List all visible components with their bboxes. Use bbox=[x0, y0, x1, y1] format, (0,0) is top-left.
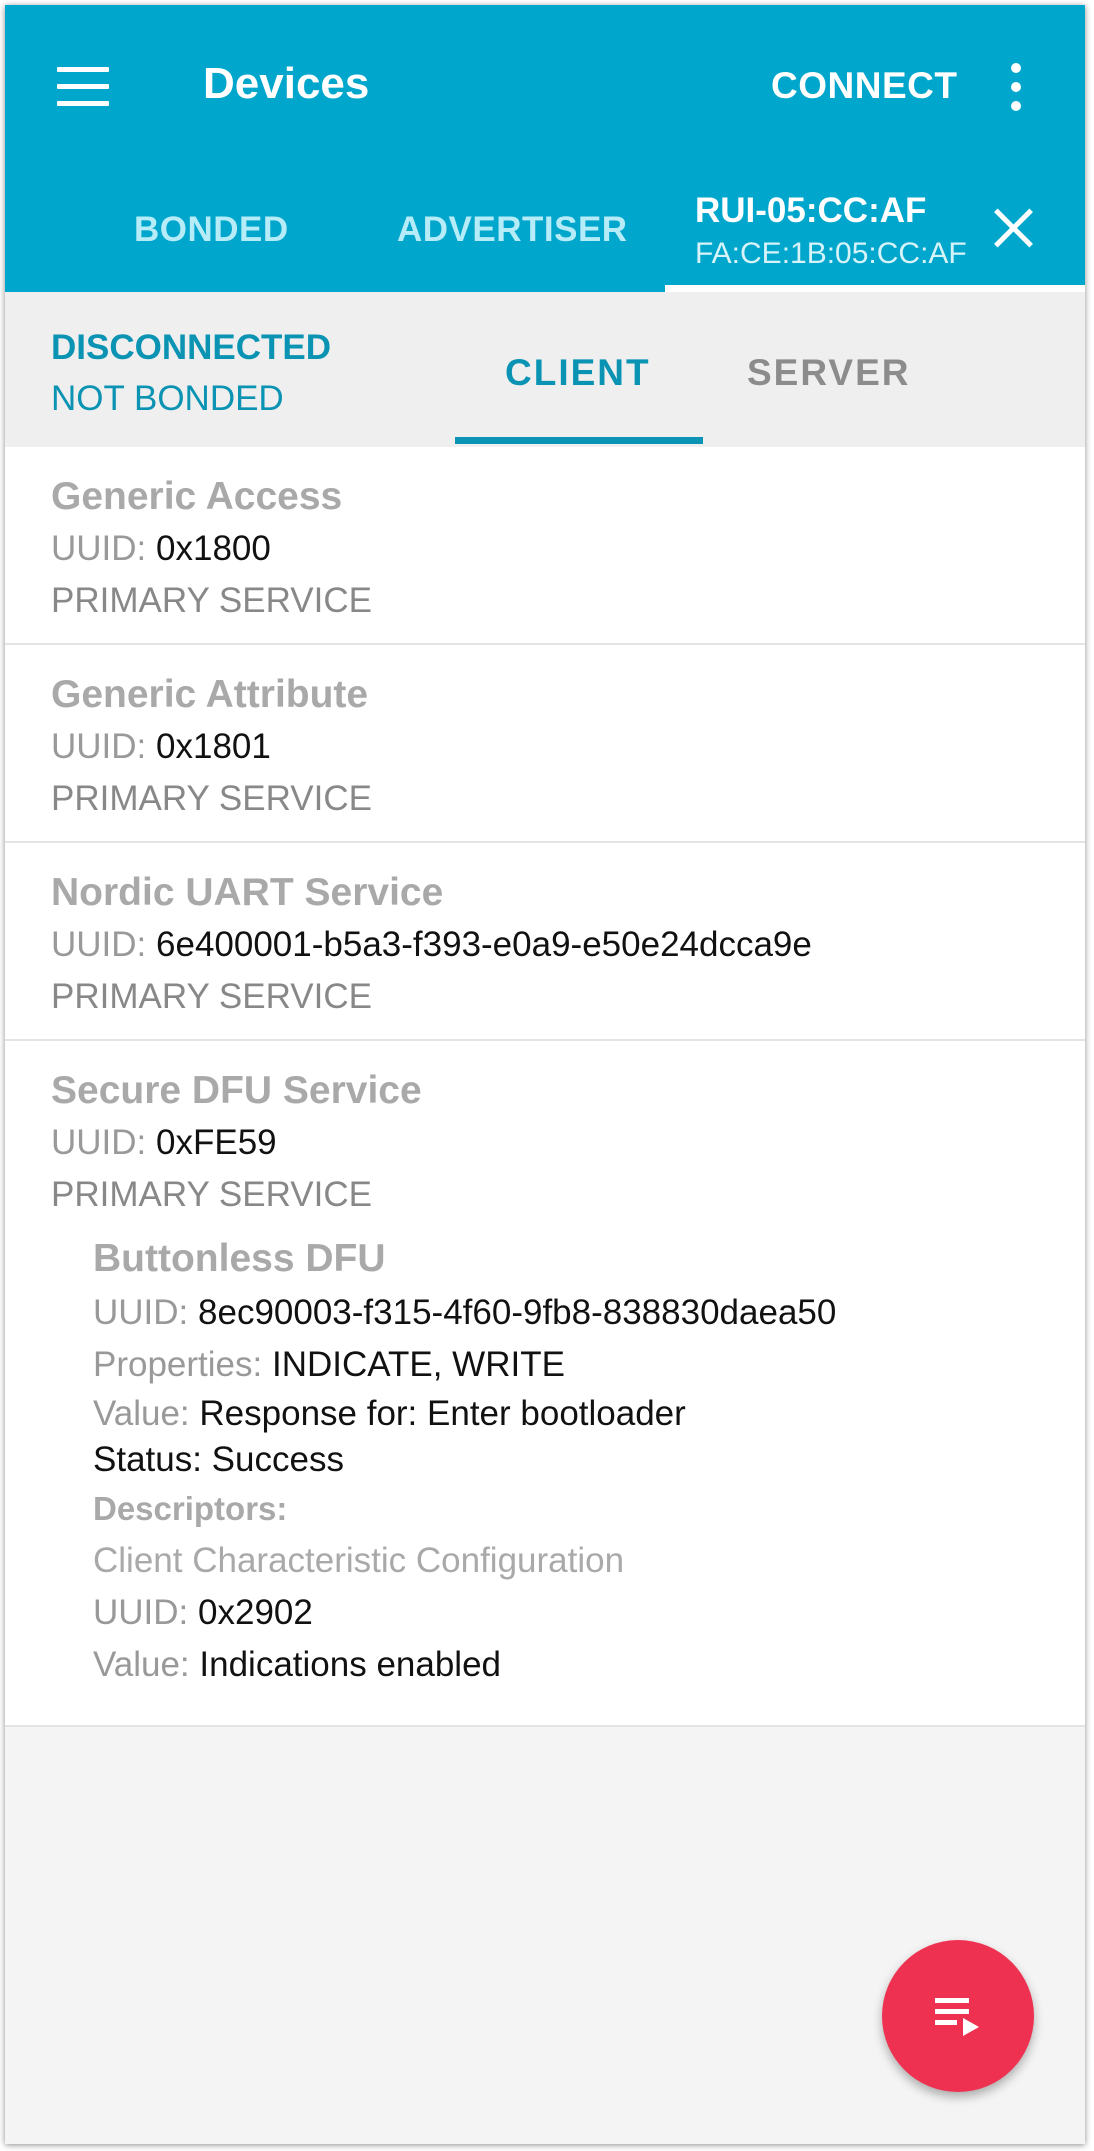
service-uuid-row: UUID: 0x1801 bbox=[51, 721, 1039, 773]
properties-row: Properties: INDICATE, WRITE bbox=[93, 1339, 1039, 1391]
service-item-nordic-uart[interactable]: Nordic UART Service UUID: 6e400001-b5a3-… bbox=[5, 843, 1085, 1041]
tab-bonded[interactable]: BONDED bbox=[134, 210, 289, 250]
menu-icon[interactable] bbox=[57, 65, 113, 109]
descriptor-name[interactable]: Client Characteristic Configuration bbox=[93, 1535, 1039, 1587]
service-name: Generic Access bbox=[51, 475, 343, 518]
uuid-label: UUID: bbox=[51, 529, 147, 568]
service-type: PRIMARY SERVICE bbox=[51, 581, 372, 620]
bond-status: NOT BONDED bbox=[51, 379, 284, 418]
service-name: Nordic UART Service bbox=[51, 871, 444, 914]
service-list: Generic Access UUID: 0x1800 PRIMARY SERV… bbox=[5, 447, 1085, 1727]
service-item-secure-dfu[interactable]: Secure DFU Service UUID: 0xFE59 PRIMARY … bbox=[5, 1041, 1085, 1727]
service-name: Generic Attribute bbox=[51, 673, 369, 716]
more-options-icon[interactable] bbox=[1005, 61, 1027, 113]
connection-status: DISCONNECTED bbox=[51, 328, 332, 367]
device-address: FA:CE:1B:05:CC:AF bbox=[695, 237, 967, 270]
service-type: PRIMARY SERVICE bbox=[51, 779, 372, 818]
tab-selected-indicator bbox=[665, 285, 1085, 292]
service-item-generic-access[interactable]: Generic Access UUID: 0x1800 PRIMARY SERV… bbox=[5, 447, 1085, 645]
app-bar: Devices CONNECT BONDED ADVERTISER RUI-05… bbox=[5, 5, 1085, 292]
service-uuid-row: UUID: 6e400001-b5a3-f393-e0a9-e50e24dcca… bbox=[51, 919, 1039, 971]
value-label: Value: bbox=[93, 1394, 190, 1433]
uuid-value: 0x2902 bbox=[198, 1593, 313, 1632]
uuid-label: UUID: bbox=[51, 727, 147, 766]
characteristic-item-buttonless-dfu[interactable]: Buttonless DFU UUID: 8ec90003-f315-4f60-… bbox=[51, 1221, 1039, 1709]
characteristic-uuid-row: UUID: 8ec90003-f315-4f60-9fb8-838830daea… bbox=[93, 1287, 1039, 1339]
log-fab-button[interactable] bbox=[882, 1940, 1034, 2092]
tab-server[interactable]: SERVER bbox=[747, 352, 911, 394]
service-item-generic-attribute[interactable]: Generic Attribute UUID: 0x1801 PRIMARY S… bbox=[5, 645, 1085, 843]
value-label: Value: bbox=[93, 1645, 190, 1684]
service-uuid-row: UUID: 0xFE59 bbox=[51, 1117, 1039, 1169]
service-type: PRIMARY SERVICE bbox=[51, 1175, 372, 1214]
device-name: RUI-05:CC:AF bbox=[695, 191, 927, 230]
page-title: Devices bbox=[203, 59, 370, 108]
value-status: Status: Success bbox=[93, 1440, 344, 1479]
descriptor-value: Indications enabled bbox=[199, 1645, 502, 1684]
uuid-label: UUID: bbox=[93, 1293, 189, 1332]
uuid-value: 0x1801 bbox=[156, 727, 271, 766]
playlist-play-icon bbox=[935, 1998, 979, 2036]
service-uuid-row: UUID: 0x1800 bbox=[51, 523, 1039, 575]
value-text: Response for: Enter bootloader bbox=[199, 1394, 686, 1433]
value-row-status: Status: Success bbox=[93, 1437, 1039, 1483]
connection-bar: DISCONNECTED NOT BONDED CLIENT SERVER bbox=[5, 292, 1085, 447]
close-icon[interactable] bbox=[991, 205, 1035, 249]
uuid-value: 6e400001-b5a3-f393-e0a9-e50e24dcca9e bbox=[156, 925, 812, 964]
uuid-label: UUID: bbox=[93, 1593, 189, 1632]
tab-client[interactable]: CLIENT bbox=[505, 352, 651, 394]
descriptors-heading: Descriptors: bbox=[93, 1490, 288, 1527]
app-window: Devices CONNECT BONDED ADVERTISER RUI-05… bbox=[5, 5, 1085, 2144]
value-row: Value: Response for: Enter bootloader bbox=[93, 1391, 1039, 1437]
uuid-label: UUID: bbox=[51, 1123, 147, 1162]
tab-advertiser[interactable]: ADVERTISER bbox=[397, 210, 628, 250]
connect-button[interactable]: CONNECT bbox=[771, 65, 957, 107]
uuid-value: 8ec90003-f315-4f60-9fb8-838830daea50 bbox=[198, 1293, 837, 1332]
descriptor-value-row: Value: Indications enabled bbox=[93, 1639, 1039, 1691]
tab-selected-indicator bbox=[455, 437, 703, 444]
uuid-label: UUID: bbox=[51, 925, 147, 964]
service-name: Secure DFU Service bbox=[51, 1069, 422, 1112]
tab-device[interactable]: RUI-05:CC:AF FA:CE:1B:05:CC:AF bbox=[665, 187, 1085, 292]
properties-label: Properties: bbox=[93, 1345, 263, 1384]
uuid-value: 0xFE59 bbox=[156, 1123, 277, 1162]
characteristic-name: Buttonless DFU bbox=[93, 1237, 386, 1280]
uuid-value: 0x1800 bbox=[156, 529, 271, 568]
service-type: PRIMARY SERVICE bbox=[51, 977, 372, 1016]
properties-value: INDICATE, WRITE bbox=[271, 1345, 565, 1384]
descriptor-uuid-row: UUID: 0x2902 bbox=[93, 1587, 1039, 1639]
